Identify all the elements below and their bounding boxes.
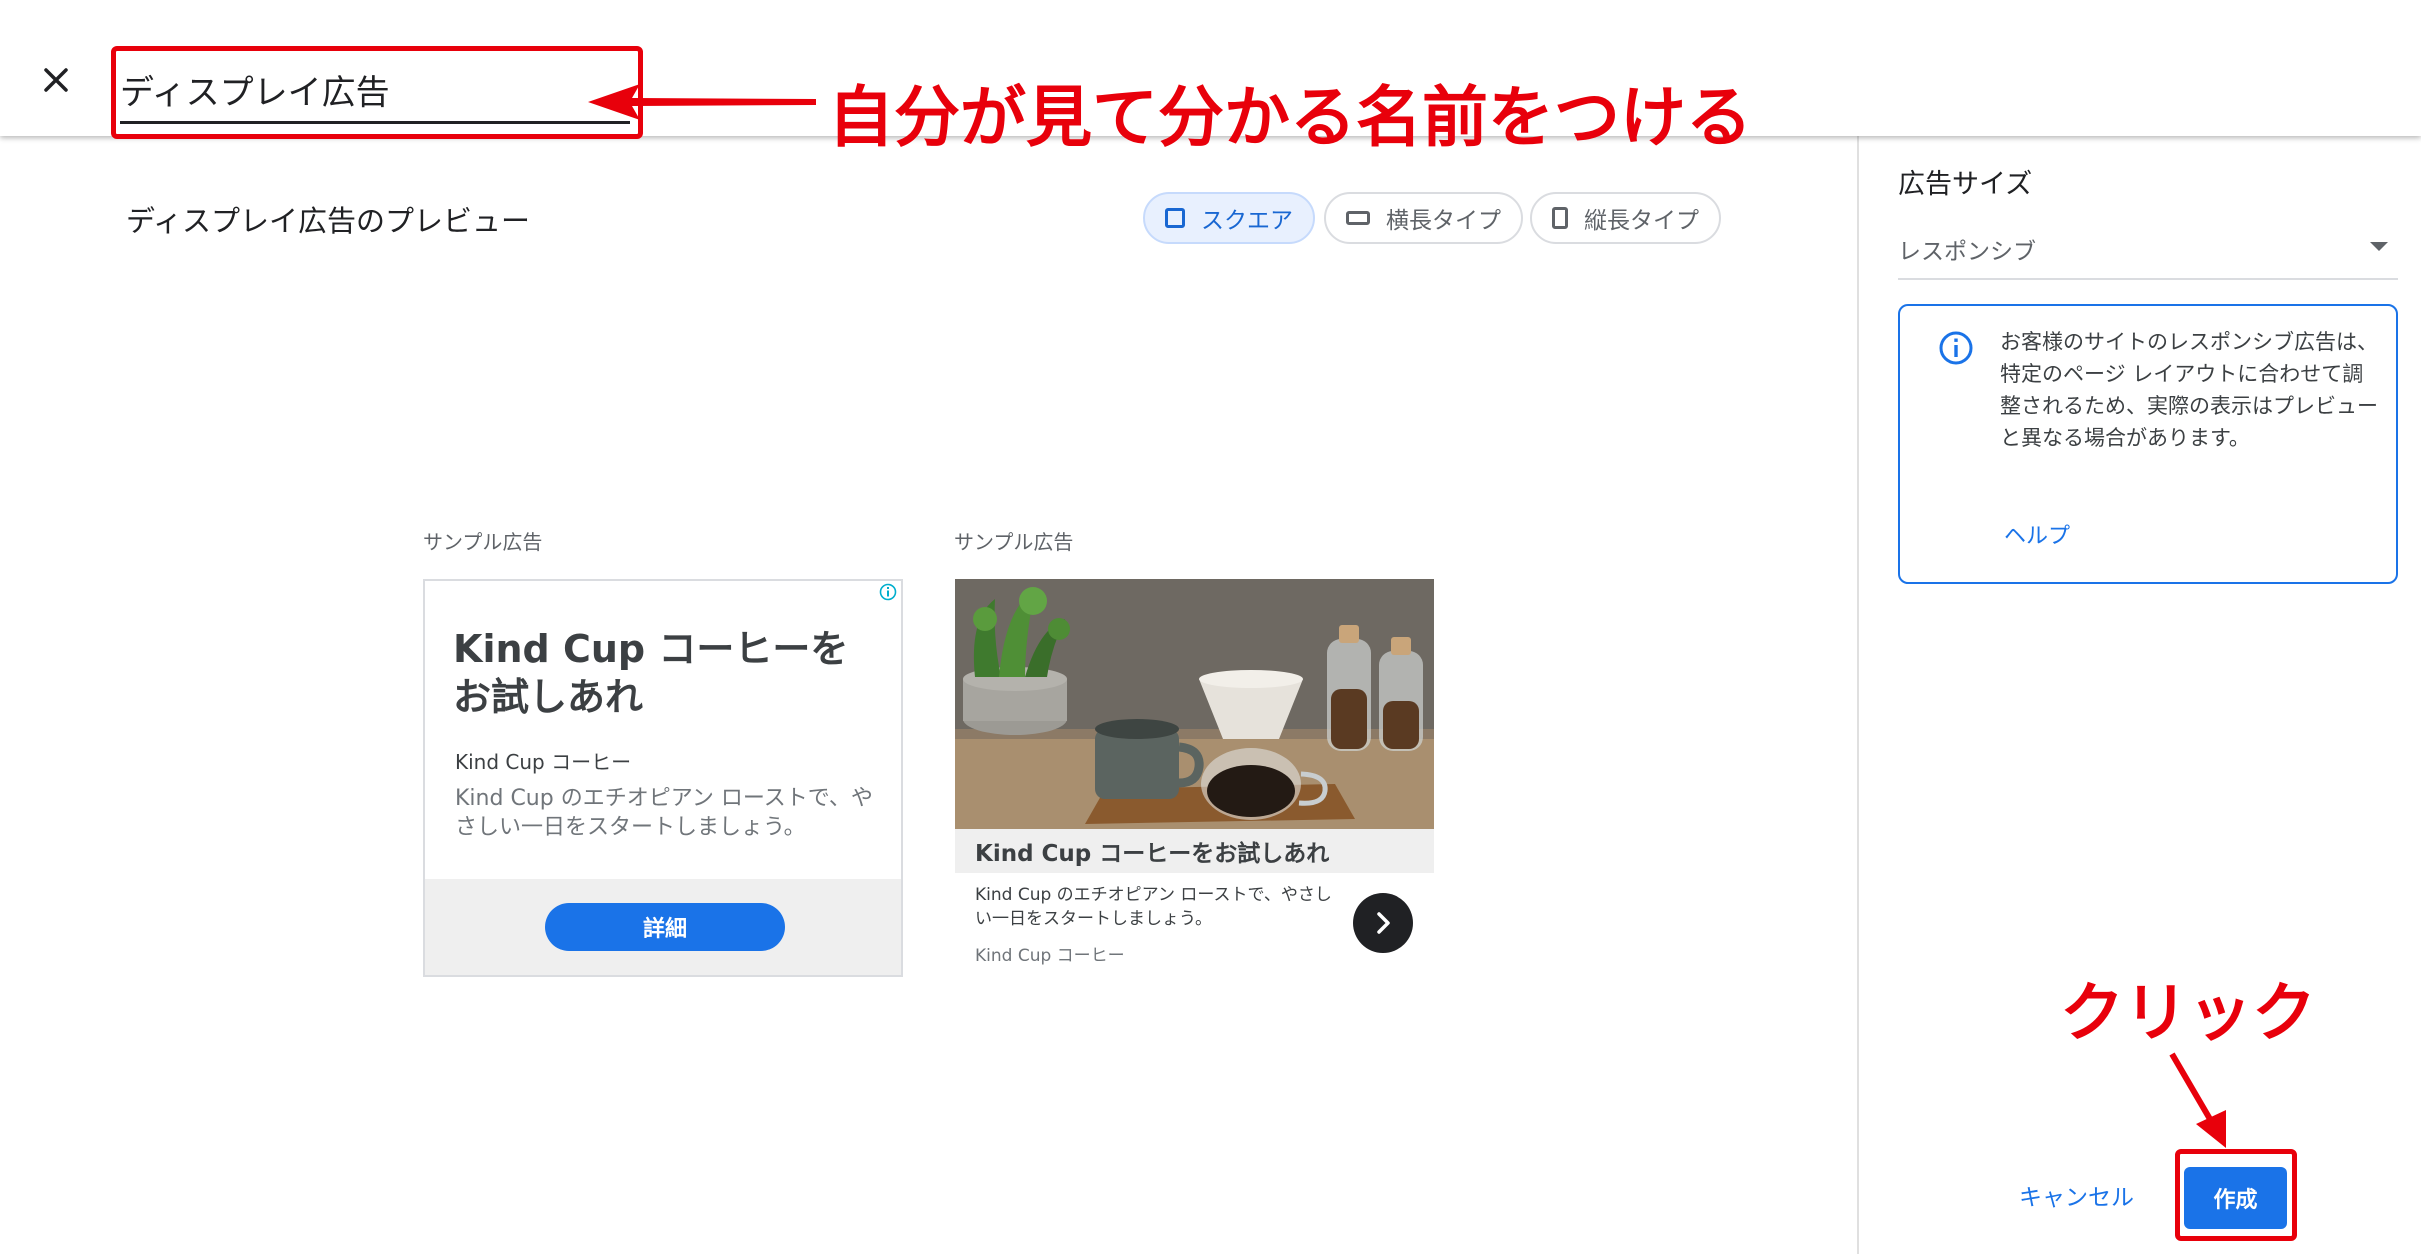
close-button[interactable] <box>36 60 76 100</box>
ad-headline: Kind Cup コーヒーを お試しあれ <box>453 627 849 719</box>
sample-ad-image[interactable]: Kind Cup コーヒーをお試しあれ Kind Cup のエチオピアン ロース… <box>955 579 1434 977</box>
ad-size-select[interactable]: レスポンシブ <box>1898 224 2398 280</box>
name-input-highlight <box>111 46 643 139</box>
coffee-photo <box>955 579 1434 829</box>
ad-headline: Kind Cup コーヒーをお試しあれ <box>955 829 1434 873</box>
create-button-highlight <box>2175 1149 2297 1241</box>
ad-footer: 詳細 <box>425 879 901 975</box>
detail-button[interactable]: 詳細 <box>545 903 785 951</box>
annotation-arrow-down <box>2169 1052 2226 1148</box>
ad-description: Kind Cup のエチオピアン ローストで、やさしい一日をスタートしましょう。 <box>455 786 873 840</box>
landscape-icon <box>1346 211 1370 225</box>
chip-landscape-label: 横長タイプ <box>1386 208 1501 234</box>
portrait-icon <box>1552 207 1568 229</box>
chip-square-label: スクエア <box>1201 208 1293 234</box>
next-button[interactable] <box>1353 893 1413 953</box>
annotation-arrow-left <box>588 84 816 120</box>
cancel-button[interactable]: キャンセル <box>2019 1178 2134 1212</box>
ad-brand: Kind Cup コーヒー <box>975 946 1125 966</box>
chip-portrait[interactable]: 縦長タイプ <box>1530 192 1721 244</box>
sample-label: サンプル広告 <box>423 530 543 554</box>
click-hint-annotation: クリック <box>2060 977 2316 1051</box>
sample-ad-text[interactable]: Kind Cup コーヒーを お試しあれ Kind Cup コーヒー Kind … <box>423 579 903 977</box>
info-icon[interactable] <box>879 583 897 601</box>
ad-brand: Kind Cup コーヒー <box>455 750 632 774</box>
square-icon <box>1165 208 1185 228</box>
chip-square[interactable]: スクエア <box>1143 192 1315 244</box>
ad-size-panel: 広告サイズ レスポンシブ お客様のサイトのレスポンシブ広告は、特定のページ レイ… <box>1859 136 2421 1254</box>
help-link[interactable]: ヘルプ <box>2004 518 2070 550</box>
notice-text: お客様のサイトのレスポンシブ広告は、特定のページ レイアウトに合わせて調整される… <box>2000 330 2378 450</box>
responsive-notice: お客様のサイトのレスポンシブ広告は、特定のページ レイアウトに合わせて調整される… <box>1898 304 2398 584</box>
preview-area: ディスプレイ広告のプレビュー スクエア 横長タイプ 縦長タイプ サンプル広告 サ… <box>0 136 1857 1254</box>
ad-description: Kind Cup のエチオピアン ローストで、やさしい一日をスタートしましょう。 <box>975 885 1332 929</box>
dropdown-arrow-icon <box>2370 242 2388 251</box>
chevron-right-icon <box>1377 912 1390 934</box>
info-icon <box>1939 331 1973 365</box>
ad-size-value: レスポンシブ <box>1898 239 2036 265</box>
ad-size-title: 広告サイズ <box>1898 169 2033 200</box>
name-hint-annotation: 自分が見て分かる名前をつける <box>828 79 1752 156</box>
chip-landscape[interactable]: 横長タイプ <box>1324 192 1523 244</box>
sample-label: サンプル広告 <box>954 530 1074 554</box>
close-icon <box>44 68 68 92</box>
chip-portrait-label: 縦長タイプ <box>1584 208 1699 234</box>
preview-title: ディスプレイ広告のプレビュー <box>126 204 530 238</box>
